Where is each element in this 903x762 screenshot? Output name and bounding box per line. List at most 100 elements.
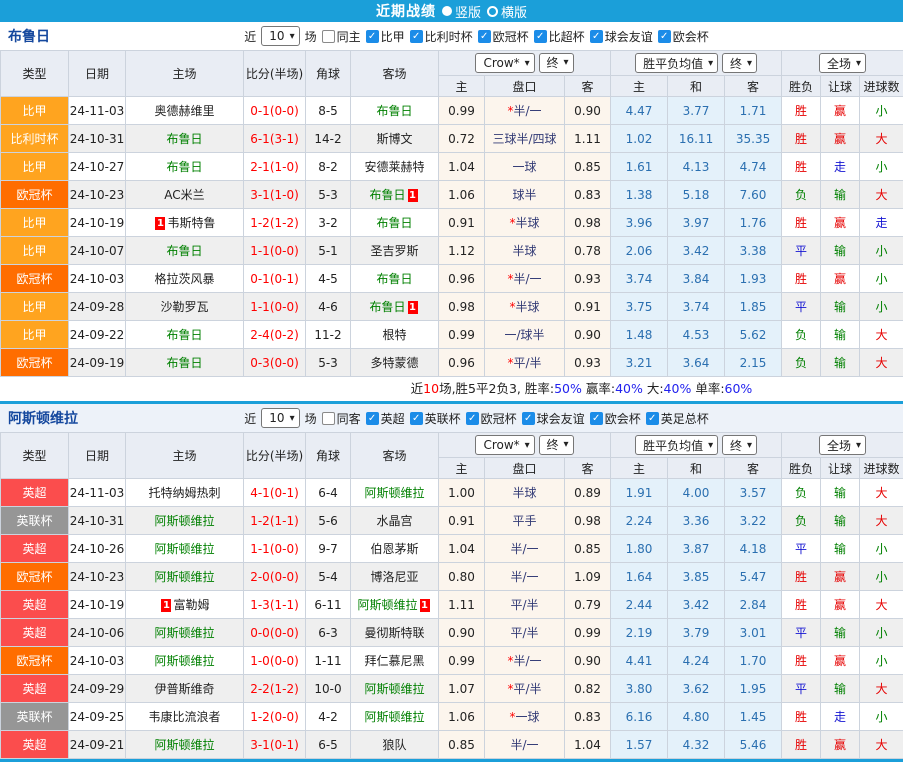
avg-time-select[interactable]: 终 ▾ (722, 53, 757, 73)
checkbox-checked-icon[interactable]: ✓ (366, 30, 379, 43)
away-odds-cell: 1.04 (565, 731, 611, 759)
avg-time-value: 终 (730, 55, 742, 72)
same-venue-filter[interactable]: 同客 (322, 410, 361, 427)
away-team-name: 布鲁日 (369, 300, 405, 314)
away-odds-cell: 0.90 (565, 97, 611, 125)
subcol-let: 让球 (821, 458, 860, 479)
games-label: 场 (305, 28, 317, 45)
match-scope-value: 全场 (827, 437, 851, 454)
away-odds-cell: 0.85 (565, 535, 611, 563)
avg-away-cell: 1.71 (725, 97, 782, 125)
league-filter-option[interactable]: ✓英超 (366, 410, 405, 427)
away-team-cell: 布鲁日 (351, 209, 439, 237)
match-date: 24-10-31 (69, 507, 126, 535)
corners-cell: 10-0 (306, 675, 351, 703)
avg-home-cell: 3.75 (611, 293, 668, 321)
home-team-cell: 阿斯顿维拉 (126, 647, 244, 675)
games-label: 场 (305, 410, 317, 427)
score-cell: 0-1(0-1) (244, 265, 306, 293)
checkbox-checked-icon[interactable]: ✓ (410, 30, 423, 43)
avg-type-select[interactable]: 胜平负均值 ▾ (635, 435, 718, 455)
table-row: 英联杯 24-10-31 阿斯顿维拉 1-2(1-1) 5-6 水晶宫 0.91… (1, 507, 903, 535)
layout-option-horizontal[interactable]: 横版 (487, 2, 527, 21)
checkbox-checked-icon[interactable]: ✓ (646, 412, 659, 425)
avg-time-select[interactable]: 终 ▾ (722, 435, 757, 455)
handicap-cell: 半球 (485, 237, 565, 265)
league-filter-option[interactable]: ✓比利时杯 (410, 28, 473, 45)
summary-segment: 40% (615, 381, 643, 396)
checkbox-checked-icon[interactable]: ✓ (522, 412, 535, 425)
same-venue-filter[interactable]: 同主 (322, 28, 361, 45)
corners-cell: 5-6 (306, 507, 351, 535)
home-team-cell: 阿斯顿维拉 (126, 507, 244, 535)
league-filter-option[interactable]: ✓球会友谊 (522, 410, 585, 427)
away-team-name: 布鲁日 (376, 104, 412, 118)
odds-company-select[interactable]: Crow* ▾ (475, 435, 534, 455)
league-filter-option[interactable]: ✓英足总杯 (646, 410, 709, 427)
chevron-down-icon: ▾ (290, 413, 295, 424)
col-away: 客场 (351, 51, 439, 97)
checkbox-checked-icon[interactable]: ✓ (658, 30, 671, 43)
away-odds-cell: 0.90 (565, 321, 611, 349)
match-count-select[interactable]: 10 ▾ (261, 26, 299, 46)
league-filter-option[interactable]: ✓英联杯 (410, 410, 461, 427)
handicap-cell: 平/半 (485, 591, 565, 619)
odds-company-select[interactable]: Crow* ▾ (475, 53, 534, 73)
col-home: 主场 (126, 51, 244, 97)
handicap-result-cell: 输 (821, 321, 860, 349)
league-filter-option[interactable]: ✓欧冠杯 (466, 410, 517, 427)
checkbox-checked-icon[interactable]: ✓ (466, 412, 479, 425)
league-filter-option[interactable]: ✓比超杯 (534, 28, 585, 45)
corners-cell: 3-2 (306, 209, 351, 237)
result-cell: 胜 (782, 731, 821, 759)
league-filter-option[interactable]: ✓球会友谊 (590, 28, 653, 45)
match-date: 24-09-29 (69, 675, 126, 703)
layout-option-vertical[interactable]: 竖版 (442, 2, 481, 21)
result-cell: 平 (782, 237, 821, 265)
match-date: 24-10-31 (69, 125, 126, 153)
match-scope-select[interactable]: 全场 ▾ (819, 53, 866, 73)
home-odds-cell: 1.11 (439, 591, 485, 619)
checkbox-checked-icon[interactable]: ✓ (478, 30, 491, 43)
avg-away-cell: 1.76 (725, 209, 782, 237)
away-team-cell: 拜仁慕尼黑 (351, 647, 439, 675)
league-filter-option[interactable]: ✓欧会杯 (590, 410, 641, 427)
league-type-badge: 英超 (1, 731, 69, 759)
subcol-avg-away: 客 (725, 458, 782, 479)
match-scope-select[interactable]: 全场 ▾ (819, 435, 866, 455)
home-team-cell: 沙勒罗瓦 (126, 293, 244, 321)
avg-home-cell: 1.64 (611, 563, 668, 591)
home-team-cell: 布鲁日 (126, 237, 244, 265)
league-filter-option[interactable]: ✓欧会杯 (658, 28, 709, 45)
league-filter-option[interactable]: ✓欧冠杯 (478, 28, 529, 45)
odds-time-select[interactable]: 终 ▾ (539, 435, 574, 455)
radio-horizontal-label: 横版 (501, 2, 527, 21)
league-filter-option[interactable]: ✓比甲 (366, 28, 405, 45)
home-odds-cell: 0.72 (439, 125, 485, 153)
checkbox-checked-icon[interactable]: ✓ (534, 30, 547, 43)
subcol-avg-draw: 和 (668, 76, 725, 97)
scope-group-header: 全场 ▾ (782, 51, 903, 76)
avg-draw-cell: 4.53 (668, 321, 725, 349)
match-count-select[interactable]: 10 ▾ (261, 408, 299, 428)
handicap-cell: 半/一 (485, 535, 565, 563)
match-date: 24-10-26 (69, 535, 126, 563)
subcol-avg-home: 主 (611, 458, 668, 479)
checkbox-checked-icon[interactable]: ✓ (366, 412, 379, 425)
same-venue-checkbox[interactable] (322, 30, 335, 43)
same-venue-checkbox[interactable] (322, 412, 335, 425)
score-cell: 3-1(1-0) (244, 181, 306, 209)
match-date: 24-10-06 (69, 619, 126, 647)
table-row: 比甲 24-09-22 布鲁日 2-4(0-2) 11-2 根特 0.99 一/… (1, 321, 903, 349)
checkbox-checked-icon[interactable]: ✓ (590, 30, 603, 43)
handicap-cell: 一球 (485, 153, 565, 181)
checkbox-checked-icon[interactable]: ✓ (590, 412, 603, 425)
goals-result-cell: 小 (860, 97, 903, 125)
goals-result-cell: 小 (860, 265, 903, 293)
checkbox-checked-icon[interactable]: ✓ (410, 412, 423, 425)
handicap-text: 半球 (512, 244, 536, 258)
avg-type-select[interactable]: 胜平负均值 ▾ (635, 53, 718, 73)
sections-container: 布鲁日 近 10 ▾ 场 同主 ✓比甲✓比利时杯✓欧冠杯✓比超杯✓球会友谊✓欧会… (0, 22, 903, 759)
home-team-cell: 阿斯顿维拉 (126, 535, 244, 563)
odds-time-select[interactable]: 终 ▾ (539, 53, 574, 73)
